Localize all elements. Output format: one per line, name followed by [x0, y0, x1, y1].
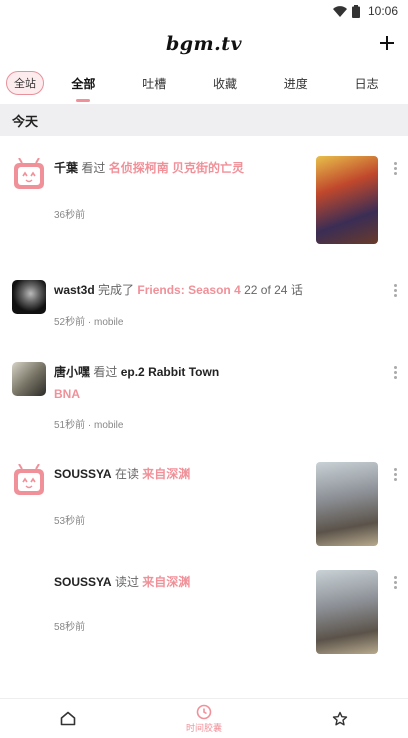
avatar[interactable] — [12, 362, 46, 396]
more-options-icon[interactable] — [388, 468, 402, 481]
username[interactable]: wast3d — [54, 283, 95, 297]
activity-line: SOUSSYA 在读 来自深渊 — [54, 466, 318, 482]
nav-home[interactable] — [0, 699, 136, 738]
star-icon — [332, 711, 348, 725]
activity-line: 唐小嘿 看过 ep.2 Rabbit Town — [54, 364, 374, 380]
timeline-item[interactable]: 千葉 看过 名侦探柯南 贝克街的亡灵 36秒前 — [0, 136, 408, 256]
timestamp: 53秒前 — [54, 516, 86, 527]
username[interactable]: SOUSSYA — [54, 575, 112, 589]
timeline-item[interactable]: wast3d 完成了 Friends: Season 4 22 of 24 话 … — [0, 266, 408, 338]
subject-cover[interactable] — [316, 462, 378, 546]
battery-icon — [351, 4, 360, 18]
subject-link[interactable]: BNA — [54, 387, 80, 401]
action-verb: 完成了 — [98, 283, 135, 297]
tab-collections[interactable]: 收藏 — [190, 75, 261, 92]
episode-progress: 22 of 24 话 — [244, 283, 303, 297]
activity-line: 千葉 看过 名侦探柯南 贝克街的亡灵 — [54, 160, 318, 176]
nav-favorites[interactable] — [272, 699, 408, 738]
action-verb: 看过 — [81, 161, 106, 175]
app-bar: bgm.tv — [0, 22, 408, 66]
more-options-icon[interactable] — [388, 284, 402, 297]
timeline-item[interactable]: 唐小嘿 看过 ep.2 Rabbit Town BNA 51秒前 · mobil… — [0, 352, 408, 442]
more-options-icon[interactable] — [388, 576, 402, 589]
tab-comments[interactable]: 吐槽 — [119, 75, 190, 92]
timeline-item[interactable]: SOUSSYA 在读 来自深渊 53秒前 — [0, 454, 408, 558]
username[interactable]: 千葉 — [54, 161, 78, 175]
avatar[interactable] — [12, 280, 46, 314]
status-time: 10:06 — [367, 4, 398, 18]
tab-bar: 全站 全部 吐槽 收藏 进度 日志 — [0, 66, 408, 100]
app-logo: bgm.tv — [165, 33, 243, 55]
nav-timeline-label: 时间胶囊 — [185, 722, 222, 733]
timestamp: 51秒前 · mobile — [54, 420, 124, 431]
subject-cover[interactable] — [316, 156, 378, 244]
tab-all[interactable]: 全部 — [48, 75, 119, 92]
action-verb: 在读 — [114, 467, 139, 481]
more-options-icon[interactable] — [388, 366, 402, 379]
activity-line: wast3d 完成了 Friends: Season 4 22 of 24 话 — [54, 282, 374, 298]
subject-link[interactable]: 来自深渊 — [142, 575, 190, 589]
avatar[interactable] — [12, 464, 46, 498]
activity-line: SOUSSYA 读过 来自深渊 — [54, 574, 318, 590]
timestamp: 52秒前 · mobile — [54, 317, 124, 328]
action-verb: 看过 — [93, 365, 118, 379]
tab-progress[interactable]: 进度 — [260, 75, 331, 92]
subject-cover[interactable] — [316, 570, 378, 654]
status-bar: 10:06 — [0, 0, 408, 22]
avatar[interactable] — [12, 158, 46, 192]
timestamp: 58秒前 — [54, 622, 86, 633]
section-title: 今天 — [12, 113, 39, 129]
username[interactable]: SOUSSYA — [54, 467, 112, 481]
bottom-nav: 时间胶囊 — [0, 698, 408, 738]
subject-link[interactable]: 来自深渊 — [142, 467, 190, 481]
timeline-feed: 千葉 看过 名侦探柯南 贝克街的亡灵 36秒前 wast3d 完成了 Frien… — [0, 136, 408, 698]
action-verb: 读过 — [114, 575, 139, 589]
plus-icon[interactable] — [374, 30, 400, 56]
episode-link[interactable]: ep.2 Rabbit Town — [121, 365, 219, 379]
scope-selector[interactable]: 全站 — [6, 71, 44, 95]
timeline-item[interactable]: SOUSSYA 读过 来自深渊 58秒前 — [0, 562, 408, 672]
nav-timeline[interactable]: 时间胶囊 — [136, 699, 272, 738]
tab-blog[interactable]: 日志 — [331, 75, 402, 92]
section-header-today: 今天 — [0, 104, 408, 136]
wifi-icon — [332, 5, 347, 17]
subject-link[interactable]: 名侦探柯南 贝克街的亡灵 — [109, 161, 244, 175]
timestamp: 36秒前 — [54, 210, 86, 221]
clock-icon — [196, 704, 212, 719]
username[interactable]: 唐小嘿 — [54, 365, 90, 379]
home-icon — [60, 711, 76, 726]
more-options-icon[interactable] — [388, 162, 402, 175]
subject-link[interactable]: Friends: Season 4 — [137, 283, 240, 297]
